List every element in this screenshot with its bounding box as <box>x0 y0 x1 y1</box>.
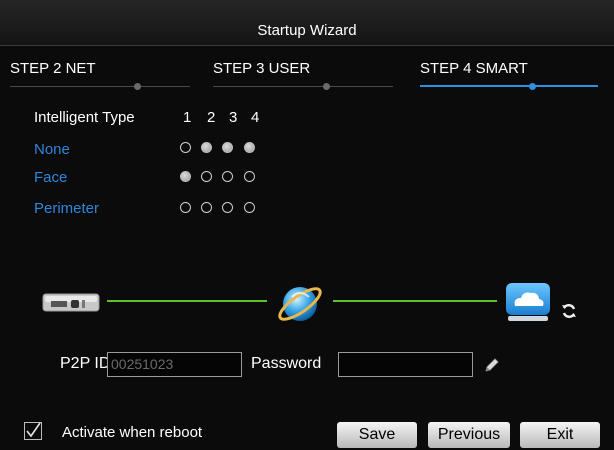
globe-icon <box>275 281 325 325</box>
type-none-label[interactable]: None <box>34 141 70 158</box>
type-face-label[interactable]: Face <box>34 169 67 186</box>
title-bar: Startup Wizard <box>0 0 614 46</box>
refresh-icon[interactable] <box>561 303 577 319</box>
column-2-label: 2 <box>207 109 216 126</box>
activate-label: Activate when reboot <box>62 424 203 441</box>
type-perimeter-label[interactable]: Perimeter <box>34 200 99 217</box>
radio-none-1[interactable] <box>180 142 191 153</box>
radio-none-4[interactable] <box>244 142 255 153</box>
radio-none-3[interactable] <box>222 142 233 153</box>
step-smart-tab[interactable]: STEP 4 SMART <box>420 60 528 77</box>
column-4-label: 4 <box>251 109 260 126</box>
radio-face-4[interactable] <box>244 171 255 182</box>
startup-wizard-window: Startup Wizard STEP 2 NET STEP 3 USER ST… <box>0 0 614 450</box>
connection-line-left <box>107 300 267 302</box>
password-field[interactable] <box>338 352 473 377</box>
step-smart-marker <box>529 83 536 90</box>
column-1-label: 1 <box>183 109 192 126</box>
step-smart-track <box>420 85 598 87</box>
exit-button[interactable]: Exit <box>520 422 600 448</box>
step-user-track <box>213 86 393 87</box>
step-net-tab[interactable]: STEP 2 NET <box>10 60 96 77</box>
step-net-marker <box>134 83 141 90</box>
radio-face-2[interactable] <box>201 171 212 182</box>
p2p-id-label: P2P ID <box>60 355 111 372</box>
radio-perimeter-3[interactable] <box>222 202 233 213</box>
checkmark-icon <box>26 422 41 438</box>
activate-checkbox[interactable] <box>24 422 42 440</box>
step-user-tab[interactable]: STEP 3 USER <box>213 60 310 77</box>
previous-button[interactable]: Previous <box>428 422 510 448</box>
connection-line-right <box>333 300 497 302</box>
dvr-recorder-icon <box>42 291 100 313</box>
radio-perimeter-4[interactable] <box>244 202 255 213</box>
radio-perimeter-1[interactable] <box>180 202 191 213</box>
radio-face-3[interactable] <box>222 171 233 182</box>
column-3-label: 3 <box>229 109 238 126</box>
step-user-marker <box>323 83 330 90</box>
window-title: Startup Wizard <box>257 22 357 39</box>
radio-perimeter-2[interactable] <box>201 202 212 213</box>
cloud-icon <box>505 282 551 322</box>
intelligent-type-label: Intelligent Type <box>34 109 135 126</box>
radio-face-1[interactable] <box>180 171 191 182</box>
save-button[interactable]: Save <box>337 422 417 448</box>
step-net-track <box>10 86 190 87</box>
p2p-id-value: 00251023 <box>111 356 174 372</box>
p2p-id-field[interactable]: 00251023 <box>107 352 242 377</box>
radio-none-2[interactable] <box>201 142 212 153</box>
password-label: Password <box>251 355 322 372</box>
pencil-icon[interactable] <box>484 357 500 373</box>
